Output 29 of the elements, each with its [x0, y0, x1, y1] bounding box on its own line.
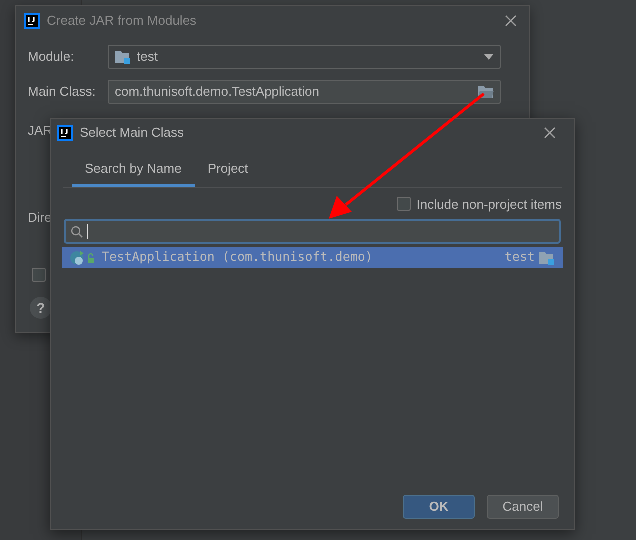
checkbox[interactable]: [396, 197, 411, 212]
checkbox-label: Include non-project items: [416, 196, 562, 214]
field-label: Main Class:: [28, 83, 97, 102]
tab[interactable]: Search by Name: [72, 157, 195, 186]
window-title: Create JAR from Modules: [47, 12, 197, 30]
app-logo-icon: [57, 125, 73, 141]
result-row[interactable]: TestApplication (com.thunisoft.demo) test: [62, 247, 563, 268]
module-folder-icon: [115, 50, 131, 64]
dropdown-value: test: [137, 48, 158, 66]
search-field[interactable]: [64, 219, 561, 244]
tab[interactable]: Project: [194, 157, 262, 186]
cancel-button[interactable]: Cancel: [487, 495, 559, 519]
field-label: Module:: [28, 48, 76, 66]
close-icon[interactable]: [505, 15, 517, 27]
result-module: test: [504, 248, 535, 266]
app-logo-icon: [24, 13, 40, 29]
checkbox[interactable]: [32, 268, 46, 282]
result-name: TestApplication (com.thunisoft.demo): [102, 248, 373, 266]
close-icon[interactable]: [544, 127, 556, 139]
help-button[interactable]: ?: [30, 297, 52, 319]
search-icon: [71, 226, 83, 238]
module-folder-icon: [539, 250, 555, 264]
dropdown-caret-icon: [484, 54, 494, 60]
main-class-field[interactable]: com.thunisoft.demo.TestApplication: [108, 80, 501, 104]
module-dropdown[interactable]: test: [108, 45, 501, 69]
window-title: Select Main Class: [80, 124, 184, 142]
ok-button[interactable]: OK: [403, 495, 475, 519]
field-label: Dire: [28, 209, 52, 227]
field-value: com.thunisoft.demo.TestApplication: [115, 83, 320, 102]
